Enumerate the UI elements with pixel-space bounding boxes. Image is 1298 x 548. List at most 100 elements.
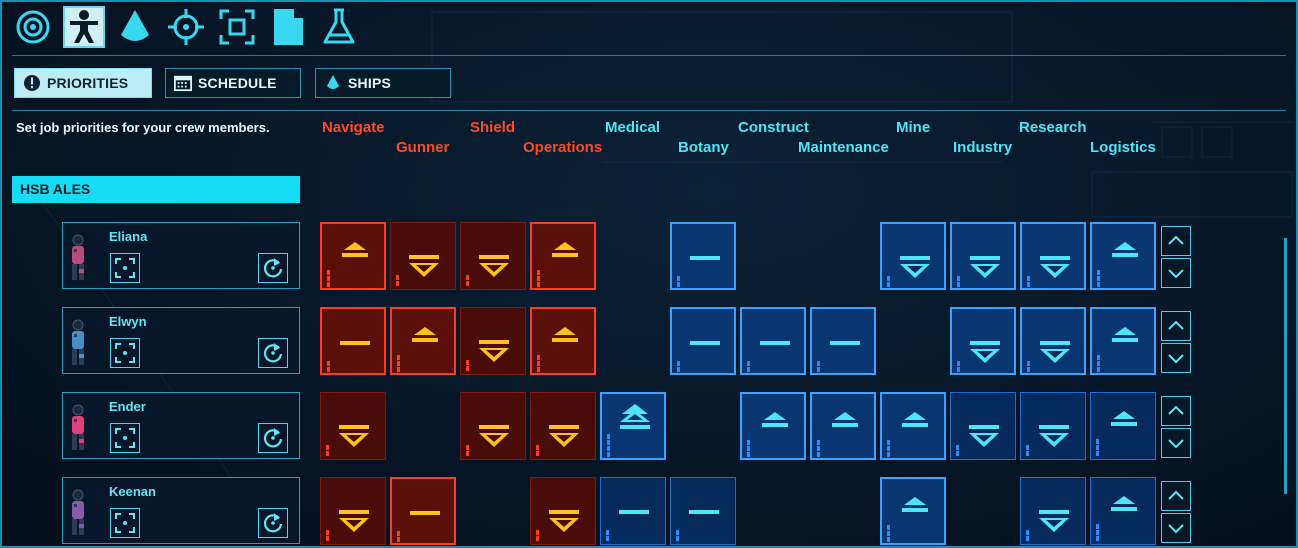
move-up-button[interactable]: [1161, 226, 1191, 256]
job-header-logistics[interactable]: Logistics: [1090, 139, 1156, 156]
focus-crew-button[interactable]: [110, 508, 140, 538]
move-up-button[interactable]: [1161, 396, 1191, 426]
priority-cell-navigate[interactable]: [320, 477, 386, 545]
job-header-construct[interactable]: Construct: [738, 119, 809, 136]
priority-cell-industry[interactable]: [950, 222, 1016, 290]
priority-dash-icon: [327, 341, 370, 372]
job-header-industry[interactable]: Industry: [953, 139, 1012, 156]
priority-cell-research[interactable]: [1020, 477, 1086, 545]
priority-cell-shield[interactable]: [460, 392, 526, 460]
priority-cell-logistics[interactable]: [1090, 477, 1156, 545]
tab-schedule[interactable]: SCHEDULE: [165, 68, 301, 98]
job-header-maintenance[interactable]: Maintenance: [798, 139, 889, 156]
crew-card[interactable]: Ender: [62, 392, 300, 459]
target-icon[interactable]: [12, 6, 54, 48]
priority-cell-gunner[interactable]: [390, 477, 456, 545]
priority-cell-mine[interactable]: [880, 477, 946, 545]
priority-cell-maintenance[interactable]: [810, 307, 876, 375]
priority-cell-botany[interactable]: [670, 307, 736, 375]
crew-icon[interactable]: [63, 6, 105, 48]
priority-cell-mine[interactable]: [880, 222, 946, 290]
chevron-down-icon: [1168, 354, 1184, 364]
priority-cell-medical[interactable]: [600, 392, 666, 460]
priority-cell-shield[interactable]: [460, 222, 526, 290]
priority-down-icon: [396, 255, 439, 286]
priority-down-icon: [466, 340, 509, 371]
priority-down-icon: [326, 425, 369, 456]
priority-cell-medical[interactable]: [600, 477, 666, 545]
tab-label: PRIORITIES: [47, 75, 129, 91]
move-down-button[interactable]: [1161, 513, 1191, 543]
priority-down-icon: [957, 256, 1000, 287]
reset-priorities-button[interactable]: [258, 338, 288, 368]
priority-dash-icon: [677, 256, 720, 287]
tab-priorities[interactable]: PRIORITIES: [14, 68, 152, 98]
priority-cell-maintenance[interactable]: [810, 392, 876, 460]
priority-cell-gunner[interactable]: [390, 307, 456, 375]
job-header-navigate[interactable]: Navigate: [322, 119, 385, 136]
divider: [12, 55, 1286, 56]
tab-ships[interactable]: SHIPS: [315, 68, 451, 98]
priority-cell-gunner[interactable]: [390, 222, 456, 290]
priority-cell-construct[interactable]: [740, 392, 806, 460]
job-header-medical[interactable]: Medical: [605, 119, 660, 136]
chevron-down-icon: [1168, 524, 1184, 534]
job-header-mine[interactable]: Mine: [896, 119, 930, 136]
crew-name: Ender: [109, 399, 146, 414]
priority-cell-operations[interactable]: [530, 477, 596, 545]
ship-name-bar[interactable]: HSB ALES: [12, 176, 300, 203]
priority-cell-botany[interactable]: [670, 477, 736, 545]
priority-cell-logistics[interactable]: [1090, 222, 1156, 290]
priority-cell-shield[interactable]: [460, 307, 526, 375]
crosshair-icon[interactable]: [165, 6, 207, 48]
priority-up-icon: [1096, 411, 1137, 456]
priority-down-icon: [956, 425, 999, 456]
document-icon[interactable]: [267, 6, 309, 48]
move-down-button[interactable]: [1161, 258, 1191, 288]
priority-cell-construct[interactable]: [740, 307, 806, 375]
move-down-button[interactable]: [1161, 428, 1191, 458]
crew-card[interactable]: Eliana: [62, 222, 300, 289]
priority-cell-research[interactable]: [1020, 222, 1086, 290]
job-header-gunner[interactable]: Gunner: [396, 139, 449, 156]
move-up-button[interactable]: [1161, 311, 1191, 341]
job-header-botany[interactable]: Botany: [678, 139, 729, 156]
priority-cell-operations[interactable]: [530, 307, 596, 375]
focus-crew-button[interactable]: [110, 338, 140, 368]
priority-cell-mine[interactable]: [880, 392, 946, 460]
priority-cell-navigate[interactable]: [320, 307, 386, 375]
priority-cell-operations[interactable]: [530, 222, 596, 290]
job-header-research[interactable]: Research: [1019, 119, 1087, 136]
scrollbar[interactable]: [1284, 238, 1287, 494]
priority-up-icon: [1096, 496, 1137, 541]
priority-cell-botany[interactable]: [670, 222, 736, 290]
reset-priorities-button[interactable]: [258, 253, 288, 283]
priority-up-icon: [1097, 242, 1138, 287]
focus-crew-button[interactable]: [110, 423, 140, 453]
reset-priorities-button[interactable]: [258, 423, 288, 453]
priority-cell-industry[interactable]: [950, 307, 1016, 375]
job-header-operations[interactable]: Operations: [523, 139, 602, 156]
priority-cell-navigate[interactable]: [320, 222, 386, 290]
focus-icon[interactable]: [216, 6, 258, 48]
priority-cell-logistics[interactable]: [1090, 392, 1156, 460]
priority-up-icon: [537, 327, 578, 372]
move-up-button[interactable]: [1161, 481, 1191, 511]
job-header-shield[interactable]: Shield: [470, 119, 515, 136]
priority-cell-navigate[interactable]: [320, 392, 386, 460]
crew-card[interactable]: Elwyn: [62, 307, 300, 374]
crew-card[interactable]: Keenan: [62, 477, 300, 544]
priority-cell-operations[interactable]: [530, 392, 596, 460]
move-down-button[interactable]: [1161, 343, 1191, 373]
priority-cell-research[interactable]: [1020, 307, 1086, 375]
reset-priorities-button[interactable]: [258, 508, 288, 538]
priority-dash-icon: [817, 341, 860, 372]
focus-crew-button[interactable]: [110, 253, 140, 283]
priority-cell-logistics[interactable]: [1090, 307, 1156, 375]
chevron-up-icon: [1168, 490, 1184, 500]
priority-cell-industry[interactable]: [950, 392, 1016, 460]
crew-name: Keenan: [109, 484, 156, 499]
ship-icon[interactable]: [114, 6, 156, 48]
flask-icon[interactable]: [318, 6, 360, 48]
priority-cell-research[interactable]: [1020, 392, 1086, 460]
